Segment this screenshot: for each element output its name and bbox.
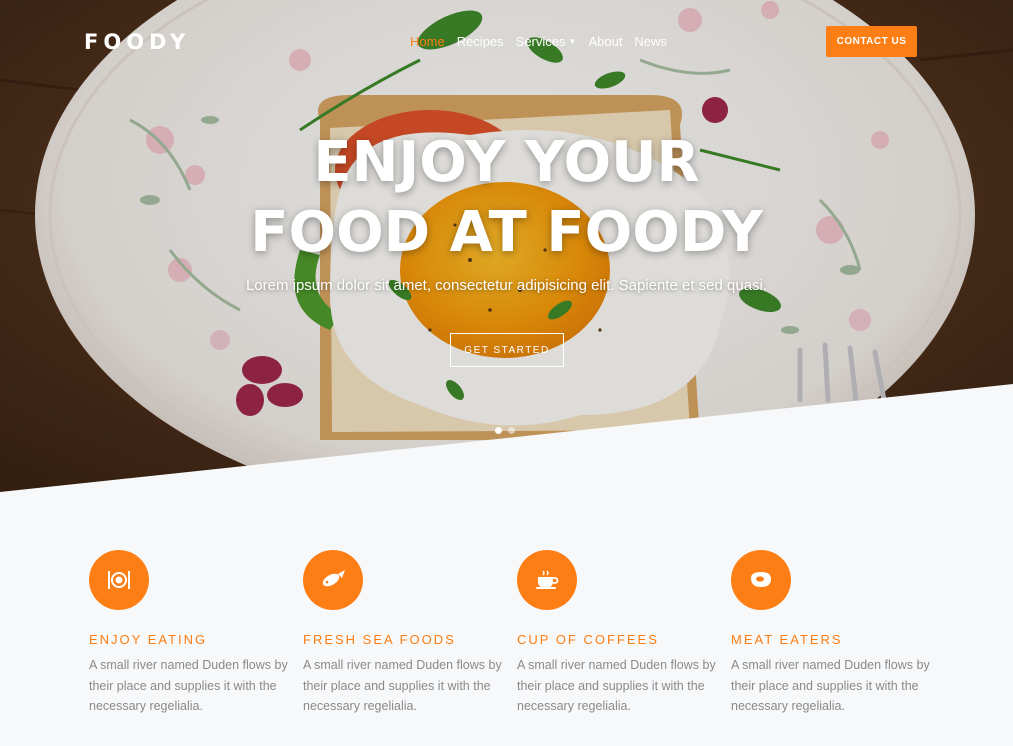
nav-item-services-label: Services — [515, 34, 566, 49]
nav-item-news[interactable]: News — [634, 34, 667, 49]
feature-cup-of-coffees: CUP OF COFFEES A small river named Duden… — [517, 550, 731, 717]
meat-icon — [731, 550, 791, 610]
feature-title: ENJOY EATING — [89, 632, 208, 647]
caret-down-icon: ▼ — [568, 37, 577, 46]
main-nav: Home Recipes Services ▼ About News — [410, 34, 667, 49]
feature-description: A small river named Duden flows by their… — [303, 658, 502, 713]
hero-title: ENJOY YOUR FOOD AT FOODY — [0, 128, 1013, 268]
feature-title: MEAT EATERS — [731, 632, 843, 647]
feature-description: A small river named Duden flows by their… — [89, 658, 288, 713]
hero-title-line-1: ENJOY YOUR — [313, 130, 700, 195]
nav-item-services[interactable]: Services ▼ — [516, 34, 577, 49]
feature-fresh-sea-foods: FRESH SEA FOODS A small river named Dude… — [303, 550, 517, 717]
contact-us-button[interactable]: CONTACT US — [826, 26, 917, 57]
hero-title-line-2: FOOD AT FOODY — [250, 200, 763, 265]
brand-logo[interactable]: FOODY — [84, 30, 190, 54]
hero-slant-divider — [0, 384, 1013, 495]
fish-icon — [303, 550, 363, 610]
nav-item-home[interactable]: Home — [410, 34, 445, 49]
nav-item-about[interactable]: About — [588, 34, 622, 49]
hero-subtitle: Lorem ipsum dolor sit amet, consectetur … — [245, 277, 768, 294]
feature-title: FRESH SEA FOODS — [303, 632, 456, 647]
nav-item-recipes[interactable]: Recipes — [457, 34, 504, 49]
features-section: ENJOY EATING A small river named Duden f… — [89, 550, 949, 717]
feature-enjoy-eating: ENJOY EATING A small river named Duden f… — [89, 550, 303, 717]
coffee-cup-icon — [517, 550, 577, 610]
get-started-button[interactable]: GET STARTED — [450, 333, 564, 367]
feature-description: A small river named Duden flows by their… — [731, 658, 930, 713]
cutlery-icon — [89, 550, 149, 610]
feature-meat-eaters: MEAT EATERS A small river named Duden fl… — [731, 550, 945, 717]
feature-description: A small river named Duden flows by their… — [517, 658, 716, 713]
feature-title: CUP OF COFFEES — [517, 632, 659, 647]
hero-section: FOODY Home Recipes Services ▼ About News… — [0, 0, 1013, 495]
